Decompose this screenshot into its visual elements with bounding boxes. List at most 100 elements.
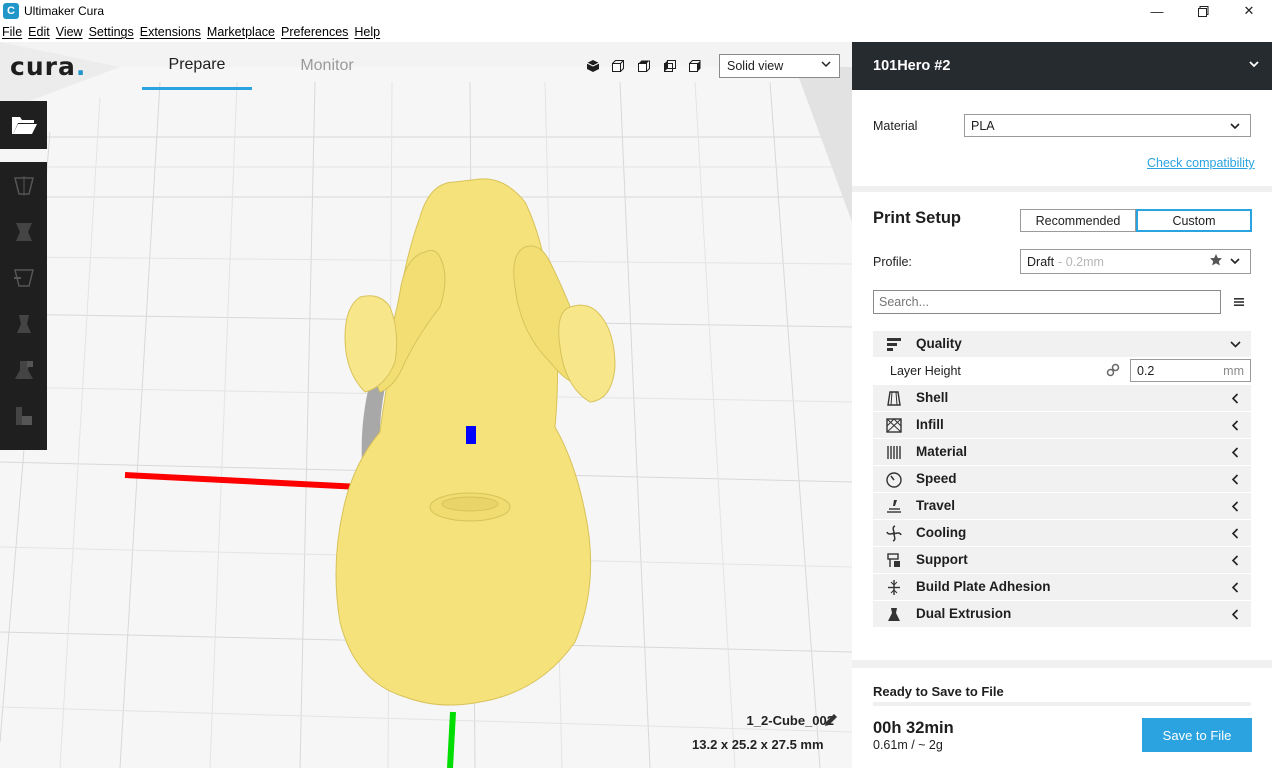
3d-viewport[interactable] [0,42,852,768]
category-quality[interactable]: Quality [873,331,1251,357]
category-material[interactable]: Material [873,439,1251,465]
edit-name-button[interactable] [822,711,840,732]
tool-bar [0,162,47,450]
menu-bar: File Edit View Settings Extensions Marke… [0,22,1272,42]
quality-icon [885,336,903,353]
close-button[interactable]: ✕ [1226,0,1272,22]
printer-selector[interactable]: 101Hero #2 [852,42,1272,90]
z-axis-marker [466,426,476,444]
check-compatibility-link[interactable]: Check compatibility [1147,156,1255,170]
chevron-down-icon [1248,58,1260,74]
chevron-down-icon [821,59,831,72]
material-select[interactable]: PLA [964,114,1251,137]
per-model-settings-button[interactable] [0,352,47,388]
recommended-mode-button[interactable]: Recommended [1020,209,1136,232]
chevron-left-icon [1230,581,1241,596]
print-material-usage: 0.61m / ~ 2g [873,738,943,752]
category-dual-extrusion[interactable]: Dual Extrusion [873,601,1251,627]
category-label: Cooling [916,525,967,540]
category-build-plate-adhesion[interactable]: Build Plate Adhesion [873,574,1251,600]
printer-name: 101Hero #2 [873,58,951,74]
maximize-button[interactable] [1180,0,1226,22]
layer-height-label: Layer Height [890,364,961,378]
3d-view-icon[interactable] [584,57,602,75]
menu-icon [1234,298,1244,306]
settings-search-input[interactable] [873,290,1221,314]
scale-tool-button[interactable] [0,214,47,250]
title-bar: C Ultimaker Cura — ✕ [0,0,1272,22]
chevron-down-icon [1229,120,1241,135]
scale-tool-icon [15,223,32,241]
menu-extensions[interactable]: Extensions [140,25,201,39]
menu-file[interactable]: File [2,25,22,39]
category-label: Quality [916,336,962,351]
left-view-icon[interactable] [661,57,679,75]
menu-marketplace[interactable]: Marketplace [207,25,275,39]
settings-visibility-button[interactable] [1233,296,1245,311]
category-label: Infill [916,417,944,432]
chevron-left-icon [1230,419,1241,434]
chevron-left-icon [1230,608,1241,623]
category-cooling[interactable]: Cooling [873,520,1251,546]
star-icon[interactable] [1209,253,1223,270]
logo-dot: . [75,52,87,81]
category-travel[interactable]: Travel [873,493,1251,519]
setting-layer-height: Layer Height 0.2 mm [873,359,1251,383]
menu-preferences[interactable]: Preferences [281,25,348,39]
open-file-button[interactable] [0,101,47,149]
dual-extrusion-icon [885,606,903,623]
cura-app-icon: C [3,3,19,19]
category-label: Material [916,444,968,459]
restore-icon [1197,5,1208,17]
build-plate-scene[interactable] [0,42,852,768]
layer-height-input[interactable]: 0.2 mm [1130,359,1251,382]
category-label: Shell [916,390,949,405]
layer-height-unit: mm [1223,364,1244,378]
chevron-down-icon [1229,255,1241,270]
infill-icon [885,417,903,434]
profile-select[interactable]: Draft - 0.2mm [1020,249,1251,274]
custom-mode-button[interactable]: Custom [1136,209,1252,232]
minimize-button[interactable]: — [1134,0,1180,22]
top-view-icon[interactable] [635,57,653,75]
folder-open-icon [11,117,37,134]
link-icon[interactable] [1106,363,1120,380]
cura-logo: cura. [10,52,86,81]
right-view-icon[interactable] [686,57,704,75]
category-label: Support [916,552,968,567]
menu-edit[interactable]: Edit [28,25,50,39]
tab-monitor[interactable]: Monitor [272,42,382,90]
front-view-icon[interactable] [609,57,627,75]
chevron-left-icon [1230,392,1241,407]
rotate-tool-button[interactable] [0,260,47,296]
object-dimensions: 13.2 x 25.2 x 27.5 mm [692,737,824,752]
move-tool-button[interactable] [0,168,47,204]
save-to-file-button[interactable]: Save to File [1142,718,1252,752]
cooling-icon [885,525,903,542]
category-shell[interactable]: Shell [873,385,1251,411]
tab-prepare[interactable]: Prepare [142,42,252,90]
category-label: Dual Extrusion [916,606,1012,621]
view-mode-value: Solid view [727,59,784,73]
print-setup-title: Print Setup [873,209,962,227]
pencil-icon [825,714,837,726]
support-blocker-button[interactable] [0,398,47,434]
rotate-tool-icon [13,269,34,287]
category-support[interactable]: Support [873,547,1251,573]
mirror-tool-button[interactable] [0,306,47,342]
y-axis-line [447,711,456,768]
chevron-left-icon [1230,473,1241,488]
adhesion-icon [885,579,903,596]
travel-icon [885,498,903,515]
view-mode-select[interactable]: Solid view [719,54,840,78]
category-speed[interactable]: Speed [873,466,1251,492]
menu-view[interactable]: View [56,25,83,39]
menu-settings[interactable]: Settings [89,25,134,39]
shell-icon [885,390,903,407]
material-icon [885,444,903,461]
menu-help[interactable]: Help [354,25,380,39]
material-label: Material [873,119,918,133]
category-infill[interactable]: Infill [873,412,1251,438]
category-label: Travel [916,498,956,513]
per-model-settings-icon [14,361,33,379]
